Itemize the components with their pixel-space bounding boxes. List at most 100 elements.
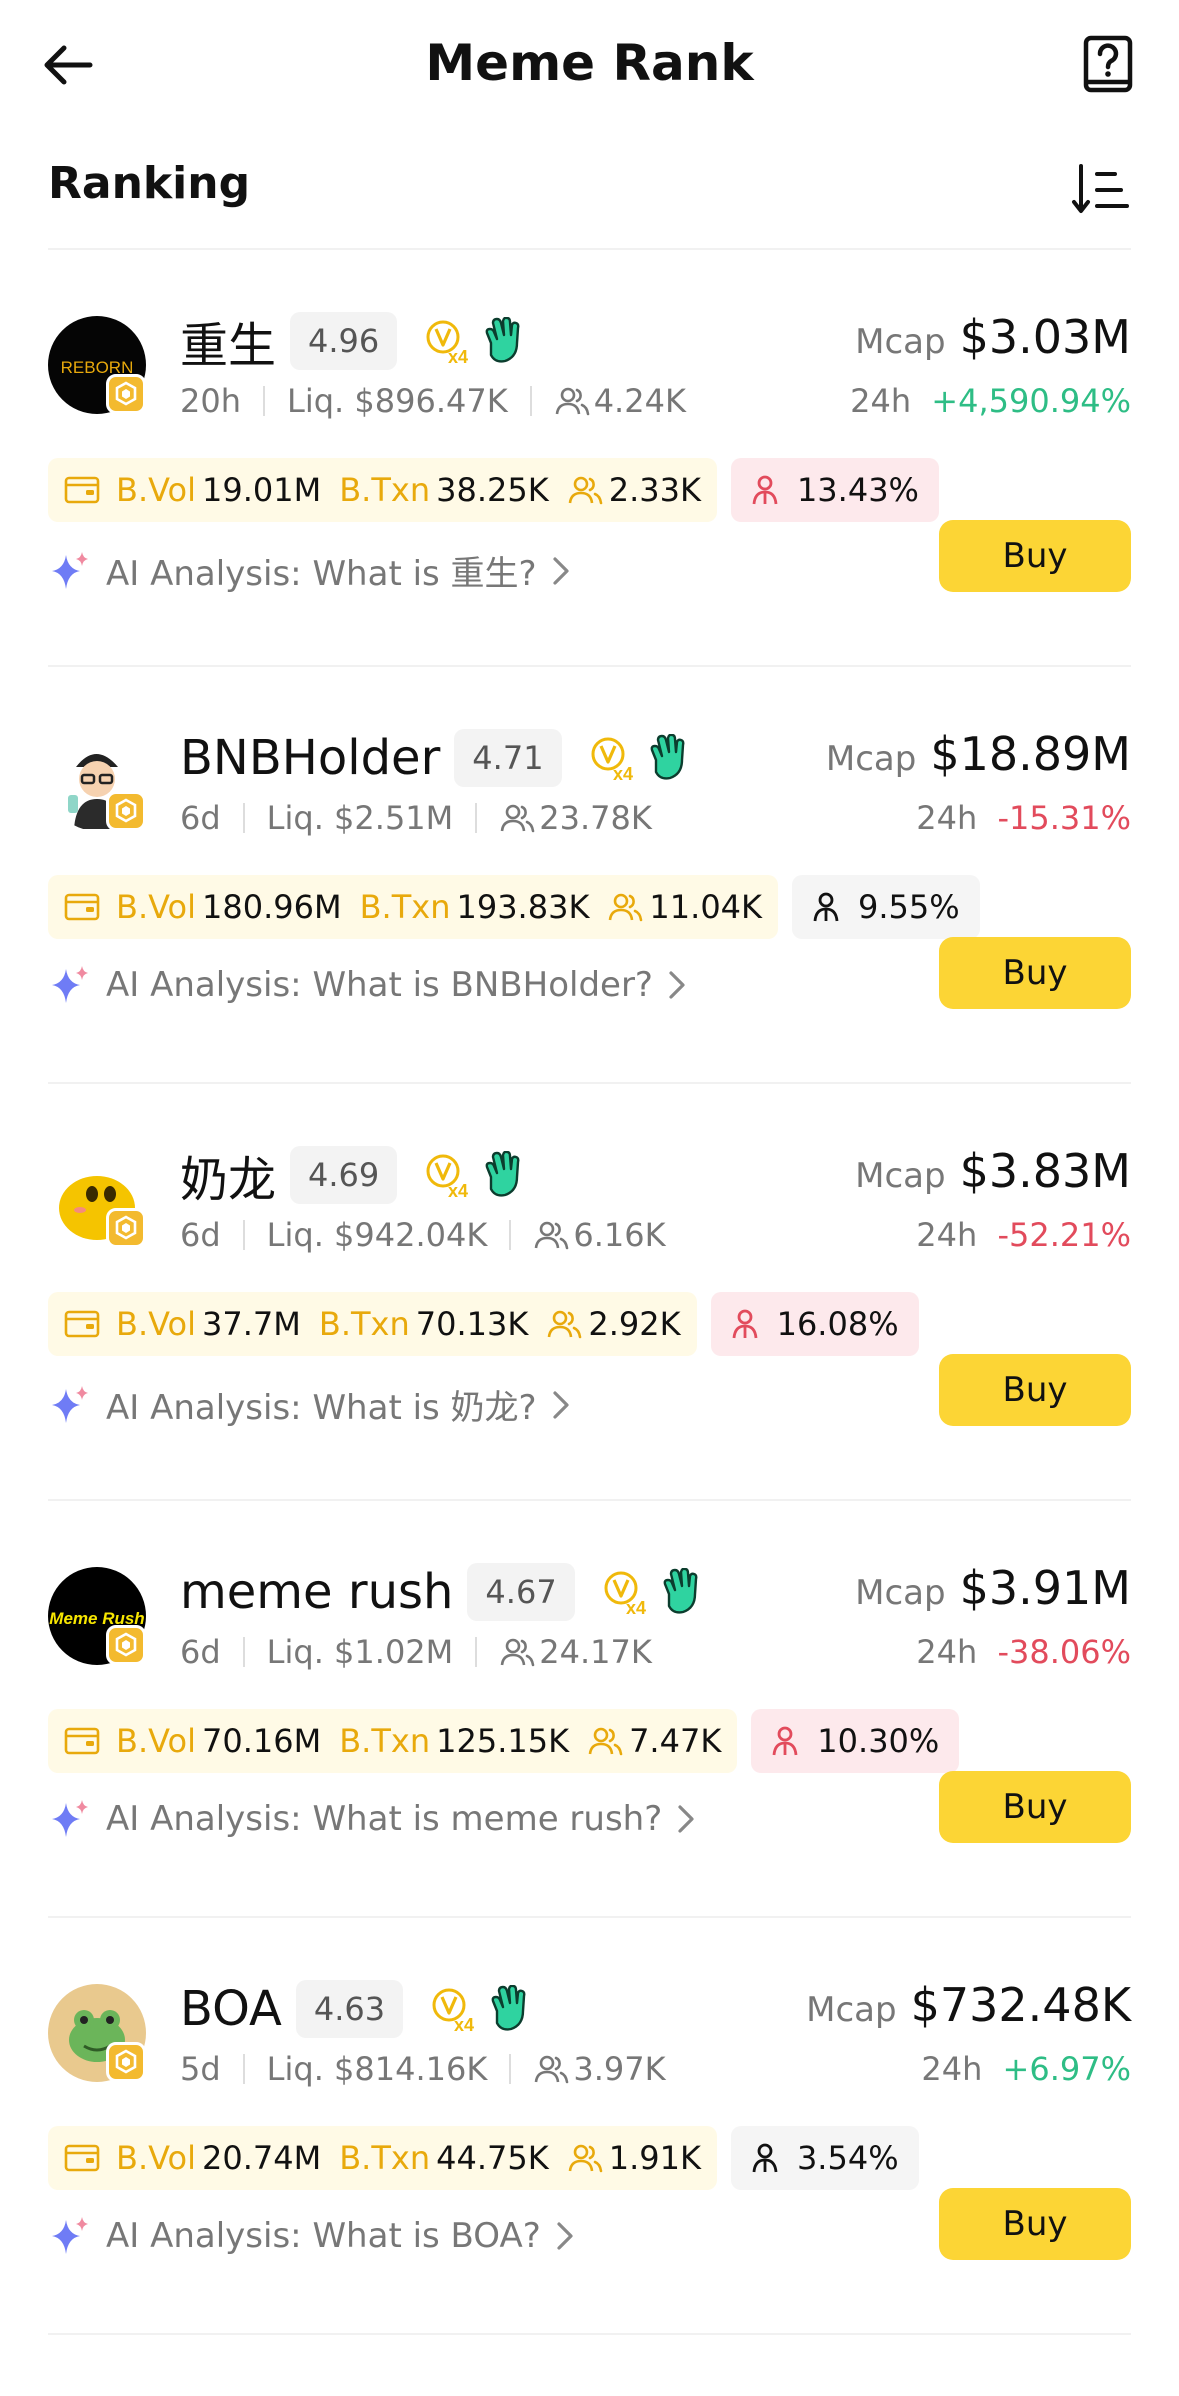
mcap-label: Mcap bbox=[806, 1990, 897, 2030]
svg-text:x4: x4 bbox=[613, 764, 633, 782]
token-liquidity: Liq. $1.02M bbox=[266, 1633, 454, 1671]
wave-hand-icon bbox=[663, 1568, 698, 1614]
volume-chip: B.Vol 180.96M B.Txn 193.83K 11.04K bbox=[48, 875, 779, 939]
traders-value: 2.92K bbox=[588, 1305, 681, 1343]
vol-value: 37.7M bbox=[202, 1305, 301, 1343]
traders-icon bbox=[588, 1727, 623, 1756]
separator bbox=[242, 1637, 245, 1667]
mcap-label: Mcap bbox=[855, 1156, 946, 1196]
separator bbox=[242, 1220, 245, 1250]
txn-label: B.Txn bbox=[339, 471, 431, 509]
wallet-icon bbox=[64, 1727, 100, 1755]
market-cap: Mcap $3.03M bbox=[855, 310, 1131, 364]
mcap-value: $3.91M bbox=[959, 1561, 1131, 1615]
token-meta: 6d Liq. $1.02M 24.17K bbox=[180, 1633, 652, 1671]
token-holders: 3.97K bbox=[573, 2050, 666, 2088]
wallet-icon bbox=[64, 893, 100, 921]
traders-icon bbox=[548, 1310, 582, 1339]
token-score: 4.71 bbox=[454, 729, 562, 787]
token-liquidity: Liq. $896.47K bbox=[287, 382, 508, 420]
ai-analysis-text: AI Analysis: What is 重生? bbox=[106, 554, 537, 594]
separator bbox=[475, 803, 478, 833]
ai-sparkle-icon bbox=[52, 966, 88, 1003]
users-icon bbox=[500, 804, 535, 833]
txn-value: 125.15K bbox=[436, 1722, 570, 1760]
token-score: 4.69 bbox=[290, 1146, 398, 1204]
top-holders-value: 13.43% bbox=[796, 471, 919, 509]
change-label: 24h bbox=[916, 1216, 978, 1254]
txn-label: B.Txn bbox=[339, 2139, 431, 2177]
volume-chip: B.Vol 19.01M B.Txn 38.25K 2.33K bbox=[48, 458, 717, 522]
token-age: 5d bbox=[180, 2050, 221, 2088]
txn-value: 38.25K bbox=[436, 471, 549, 509]
market-cap: Mcap $3.91M bbox=[855, 1561, 1131, 1615]
token-holders: 24.17K bbox=[539, 1633, 652, 1671]
top-holders-value: 10.30% bbox=[817, 1722, 940, 1760]
change-value: -15.31% bbox=[997, 799, 1131, 837]
wallet-icon bbox=[64, 1310, 100, 1338]
bnb-chain-badge bbox=[106, 791, 146, 831]
token-score: 4.67 bbox=[467, 1563, 575, 1621]
sort-button[interactable] bbox=[1071, 160, 1131, 220]
txn-label: B.Txn bbox=[359, 888, 451, 926]
ai-analysis-text: AI Analysis: What is BNBHolder? bbox=[106, 965, 653, 1005]
ai-analysis-link[interactable]: AI Analysis: What is BNBHolder? bbox=[48, 963, 689, 1007]
token-age: 6d bbox=[180, 1216, 221, 1254]
volume-chip: B.Vol 20.74M B.Txn 44.75K 1.91K bbox=[48, 2126, 717, 2190]
top-bar: Meme Rank bbox=[0, 0, 1179, 130]
ai-analysis-text: AI Analysis: What is 奶龙? bbox=[106, 1388, 537, 1428]
ai-analysis-link[interactable]: AI Analysis: What is meme rush? bbox=[48, 1797, 698, 1841]
next-row-partial bbox=[48, 2335, 1131, 2395]
ai-analysis-link[interactable]: AI Analysis: What is BOA? bbox=[48, 2214, 577, 2258]
vol-label: B.Vol bbox=[116, 471, 196, 509]
token-age: 6d bbox=[180, 1633, 221, 1671]
traders-icon bbox=[568, 476, 603, 505]
users-icon bbox=[535, 2055, 569, 2084]
token-row[interactable]: REBORN 重生 4.96 x4 20h Liq. $896.47K 4.24… bbox=[48, 250, 1131, 667]
txn-label: B.Txn bbox=[339, 1722, 431, 1760]
mcap-value: $732.48K bbox=[910, 1978, 1131, 2032]
token-liquidity: Liq. $942.04K bbox=[266, 1216, 488, 1254]
ai-sparkle-icon bbox=[52, 551, 88, 589]
help-guide-button[interactable] bbox=[1081, 34, 1137, 96]
vol-label: B.Vol bbox=[116, 1722, 196, 1760]
top-holders-chip: 9.55% bbox=[792, 875, 980, 939]
price-change: 24h +6.97% bbox=[921, 2050, 1131, 2088]
separator bbox=[242, 2054, 245, 2084]
buy-button[interactable]: Buy bbox=[939, 2188, 1131, 2260]
token-name: BNBHolder bbox=[180, 730, 441, 786]
buy-button[interactable]: Buy bbox=[939, 937, 1131, 1009]
trade-stats: B.Vol 180.96M B.Txn 193.83K 11.04K 9.55% bbox=[48, 875, 980, 939]
buy-button[interactable]: Buy bbox=[939, 520, 1131, 592]
traders-icon bbox=[568, 2144, 603, 2173]
token-row[interactable]: BNBHolder 4.71 x4 6d Liq. $2.51M 23.78K bbox=[48, 667, 1131, 1084]
token-name: meme rush bbox=[180, 1564, 454, 1620]
users-icon bbox=[500, 1638, 535, 1667]
top-holders-value: 3.54% bbox=[796, 2139, 899, 2177]
token-row[interactable]: 奶龙 4.69 x4 6d Liq. $942.04K 6.16K Mcap $… bbox=[48, 1084, 1131, 1501]
person-icon bbox=[732, 1309, 757, 1339]
token-row[interactable]: Meme Rush meme rush 4.67 x4 6d Liq. $1.0… bbox=[48, 1501, 1131, 1918]
wallet-icon bbox=[64, 2144, 100, 2172]
buy-button[interactable]: Buy bbox=[939, 1354, 1131, 1426]
vol-label: B.Vol bbox=[116, 2139, 196, 2177]
token-liquidity: Liq. $814.16K bbox=[266, 2050, 488, 2088]
token-title-row: BOA 4.63 x4 bbox=[180, 1976, 531, 2042]
traders-icon bbox=[609, 893, 643, 922]
token-liquidity: Liq. $2.51M bbox=[266, 799, 454, 837]
v-x4-icon: x4 bbox=[591, 737, 633, 782]
change-value: +4,590.94% bbox=[931, 382, 1131, 420]
mcap-value: $3.83M bbox=[959, 1144, 1131, 1198]
ai-analysis-link[interactable]: AI Analysis: What is 重生? bbox=[48, 546, 573, 595]
token-list: REBORN 重生 4.96 x4 20h Liq. $896.47K 4.24… bbox=[0, 250, 1179, 2395]
market-cap: Mcap $732.48K bbox=[806, 1978, 1131, 2032]
top-holders-chip: 13.43% bbox=[730, 458, 939, 522]
buy-button[interactable]: Buy bbox=[939, 1771, 1131, 1843]
svg-text:x4: x4 bbox=[448, 347, 468, 365]
ai-analysis-text: AI Analysis: What is BOA? bbox=[106, 2216, 541, 2256]
ai-analysis-link[interactable]: AI Analysis: What is 奶龙? bbox=[48, 1380, 573, 1429]
trade-stats: B.Vol 37.7M B.Txn 70.13K 2.92K 16.08% bbox=[48, 1292, 919, 1356]
token-row[interactable]: BOA 4.63 x4 5d Liq. $814.16K 3.97K Mcap … bbox=[48, 1918, 1131, 2335]
section-title: Ranking bbox=[48, 158, 251, 209]
person-icon bbox=[752, 475, 778, 505]
